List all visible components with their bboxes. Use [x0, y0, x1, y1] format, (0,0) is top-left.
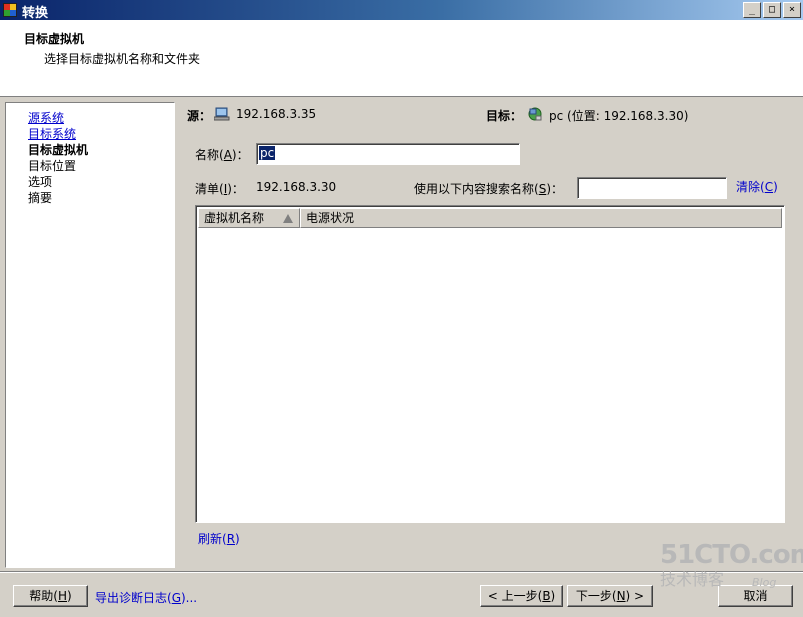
- export-log-link[interactable]: 导出诊断日志(G)...: [95, 589, 197, 606]
- clear-link[interactable]: 清除(C): [736, 178, 778, 195]
- title-bar[interactable]: 转换 _ □ ×: [0, 0, 803, 21]
- target-label: 目标：: [486, 109, 523, 123]
- page-subtitle: 选择目标虚拟机名称和文件夹: [44, 52, 201, 66]
- sort-ascending-icon: [283, 214, 293, 223]
- app-icon: [3, 3, 17, 17]
- source-label: 源：: [187, 109, 212, 123]
- nav-item-target-vm: 目标虚拟机: [28, 143, 89, 157]
- chevron-left-icon: <: [487, 589, 502, 603]
- close-button[interactable]: ×: [783, 2, 801, 18]
- computer-icon: [214, 107, 230, 121]
- search-label: 使用以下内容搜索名称(S)：: [414, 182, 563, 196]
- inventory-label: 清单(I)：: [195, 182, 244, 196]
- maximize-button[interactable]: □: [763, 2, 781, 18]
- vcenter-icon: [528, 107, 542, 121]
- nav-item-source-system[interactable]: 源系统: [28, 109, 64, 126]
- watermark-logo: 51CTO.com 技术博客 Blog: [660, 540, 803, 590]
- help-button[interactable]: 帮助(H): [13, 585, 88, 607]
- inventory-value: 192.168.3.30: [256, 180, 337, 194]
- wizard-steps-nav: 源系统 目标系统 目标虚拟机 目标位置 选项 摘要: [5, 102, 175, 568]
- nav-item-summary: 摘要: [28, 191, 53, 205]
- search-input[interactable]: [577, 177, 727, 199]
- window-controls: _ □ ×: [743, 2, 801, 18]
- column-header-vm-name-label: 虚拟机名称: [204, 211, 265, 225]
- nav-item-target-system[interactable]: 目标系统: [28, 125, 76, 142]
- refresh-link[interactable]: 刷新(R): [198, 530, 240, 547]
- vm-table[interactable]: 虚拟机名称 电源状况: [195, 205, 785, 523]
- page-title: 目标虚拟机: [24, 32, 85, 46]
- wizard-header: 目标虚拟机 选择目标虚拟机名称和文件夹: [0, 20, 803, 97]
- column-header-vm-name[interactable]: 虚拟机名称: [198, 208, 300, 228]
- name-label: 名称(A)：: [195, 148, 249, 162]
- name-input[interactable]: pc: [256, 143, 520, 165]
- nav-item-options: 选项: [28, 175, 53, 189]
- watermark-line3: Blog: [752, 576, 777, 589]
- name-input-value: pc: [259, 146, 276, 160]
- window-title: 转换: [22, 6, 49, 21]
- source-value: 192.168.3.35: [236, 107, 317, 121]
- column-header-power-state-label: 电源状况: [306, 211, 355, 225]
- minimize-button[interactable]: _: [743, 2, 761, 18]
- back-button[interactable]: < 上一步(B): [480, 585, 563, 607]
- chevron-right-icon: >: [630, 589, 645, 603]
- main-panel: 源： 192.168.3.35 目标： pc (位置: 192.168.3.30…: [176, 100, 798, 570]
- next-button[interactable]: 下一步(N) >: [567, 585, 653, 607]
- nav-item-target-location: 目标位置: [28, 159, 77, 173]
- column-header-power-state[interactable]: 电源状况: [300, 208, 782, 228]
- target-value: pc (位置: 192.168.3.30): [549, 109, 689, 123]
